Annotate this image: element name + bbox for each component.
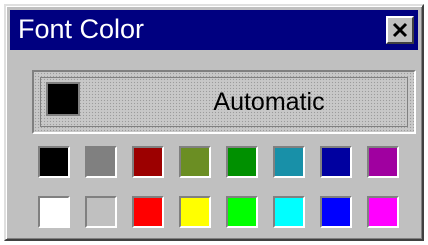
window-title: Font Color bbox=[18, 14, 145, 44]
color-swatch[interactable] bbox=[320, 146, 352, 178]
color-swatch[interactable] bbox=[226, 196, 258, 228]
color-swatch[interactable] bbox=[226, 146, 258, 178]
color-swatch[interactable] bbox=[320, 196, 352, 228]
color-swatch[interactable] bbox=[132, 146, 164, 178]
color-swatch[interactable] bbox=[132, 196, 164, 228]
close-button[interactable] bbox=[386, 16, 414, 44]
color-swatch[interactable] bbox=[38, 196, 70, 228]
color-swatch[interactable] bbox=[273, 196, 305, 228]
close-icon bbox=[392, 22, 408, 38]
color-swatch[interactable] bbox=[38, 146, 70, 178]
color-swatch[interactable] bbox=[85, 146, 117, 178]
font-color-window: Font Color Automatic bbox=[4, 4, 424, 241]
automatic-label: Automatic bbox=[213, 87, 325, 116]
automatic-button[interactable]: Automatic bbox=[32, 70, 416, 134]
color-swatch[interactable] bbox=[367, 196, 399, 228]
automatic-color-swatch bbox=[46, 82, 80, 116]
color-swatch[interactable] bbox=[179, 146, 211, 178]
color-swatch[interactable] bbox=[85, 196, 117, 228]
color-swatch[interactable] bbox=[367, 146, 399, 178]
color-swatch[interactable] bbox=[273, 146, 305, 178]
color-swatch[interactable] bbox=[179, 196, 211, 228]
title-bar[interactable]: Font Color bbox=[10, 10, 418, 50]
